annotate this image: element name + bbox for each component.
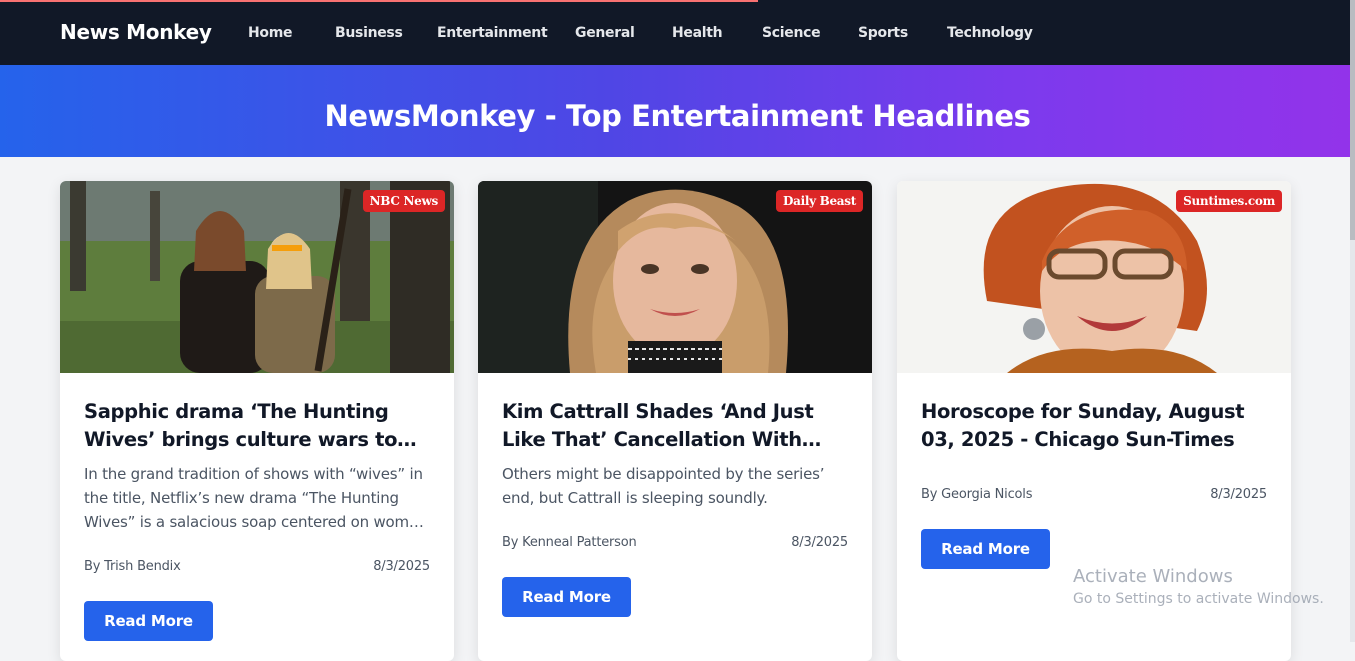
hero-banner: NewsMonkey - Top Entertainment Headlines: [0, 65, 1355, 157]
nav-sports[interactable]: Sports: [858, 25, 908, 41]
nav-technology[interactable]: Technology: [947, 25, 1033, 41]
nav-home[interactable]: Home: [248, 25, 293, 41]
page-title: NewsMonkey - Top Entertainment Headlines: [324, 99, 1031, 133]
loading-progress-bar: [0, 0, 758, 2]
author: By Trish Bendix: [84, 559, 181, 574]
nav-general[interactable]: General: [575, 25, 635, 41]
nav-business[interactable]: Business: [335, 25, 403, 41]
publish-date: 8/3/2025: [373, 559, 430, 574]
windows-watermark-subtitle: Go to Settings to activate Windows.: [1073, 591, 1324, 607]
scrollbar-thumb[interactable]: [1350, 0, 1355, 240]
publish-date: 8/3/2025: [791, 535, 848, 550]
news-description: In the grand tradition of shows with “wi…: [84, 465, 428, 531]
news-card: Suntimes.com Horoscope for Sunday, Augus…: [897, 181, 1291, 661]
publish-date: 8/3/2025: [1210, 487, 1267, 502]
brand-logo[interactable]: News Monkey: [60, 20, 212, 44]
nav-science[interactable]: Science: [762, 25, 821, 41]
author: By Kenneal Patterson: [502, 535, 637, 550]
source-badge: NBC News: [362, 190, 445, 212]
read-more-button[interactable]: Read More: [502, 577, 631, 617]
navbar: News Monkey Home Business Entertainment …: [0, 0, 1355, 65]
scrollbar[interactable]: [1350, 0, 1355, 642]
news-title: Kim Cattrall Shades ‘And Just Like That’…: [502, 400, 814, 451]
source-badge: Daily Beast: [775, 190, 863, 212]
news-card: NBC News Sapphic drama ‘The Hunting Wive…: [60, 181, 454, 661]
news-title: Horoscope for Sunday, August 03, 2025 - …: [921, 400, 1245, 451]
read-more-button[interactable]: Read More: [84, 601, 213, 641]
news-description: Others might be disappointed by the seri…: [502, 465, 825, 507]
nav-entertainment[interactable]: Entertainment: [437, 25, 548, 41]
nav-health[interactable]: Health: [672, 25, 723, 41]
author: By Georgia Nicols: [921, 487, 1033, 502]
windows-watermark-title: Activate Windows: [1073, 566, 1233, 587]
read-more-button[interactable]: Read More: [921, 529, 1050, 569]
news-title: Sapphic drama ‘The Hunting Wives’ brings…: [84, 400, 398, 451]
news-card: Daily Beast Kim Cattrall Shades ‘And Jus…: [478, 181, 872, 661]
source-badge: Suntimes.com: [1176, 190, 1282, 212]
